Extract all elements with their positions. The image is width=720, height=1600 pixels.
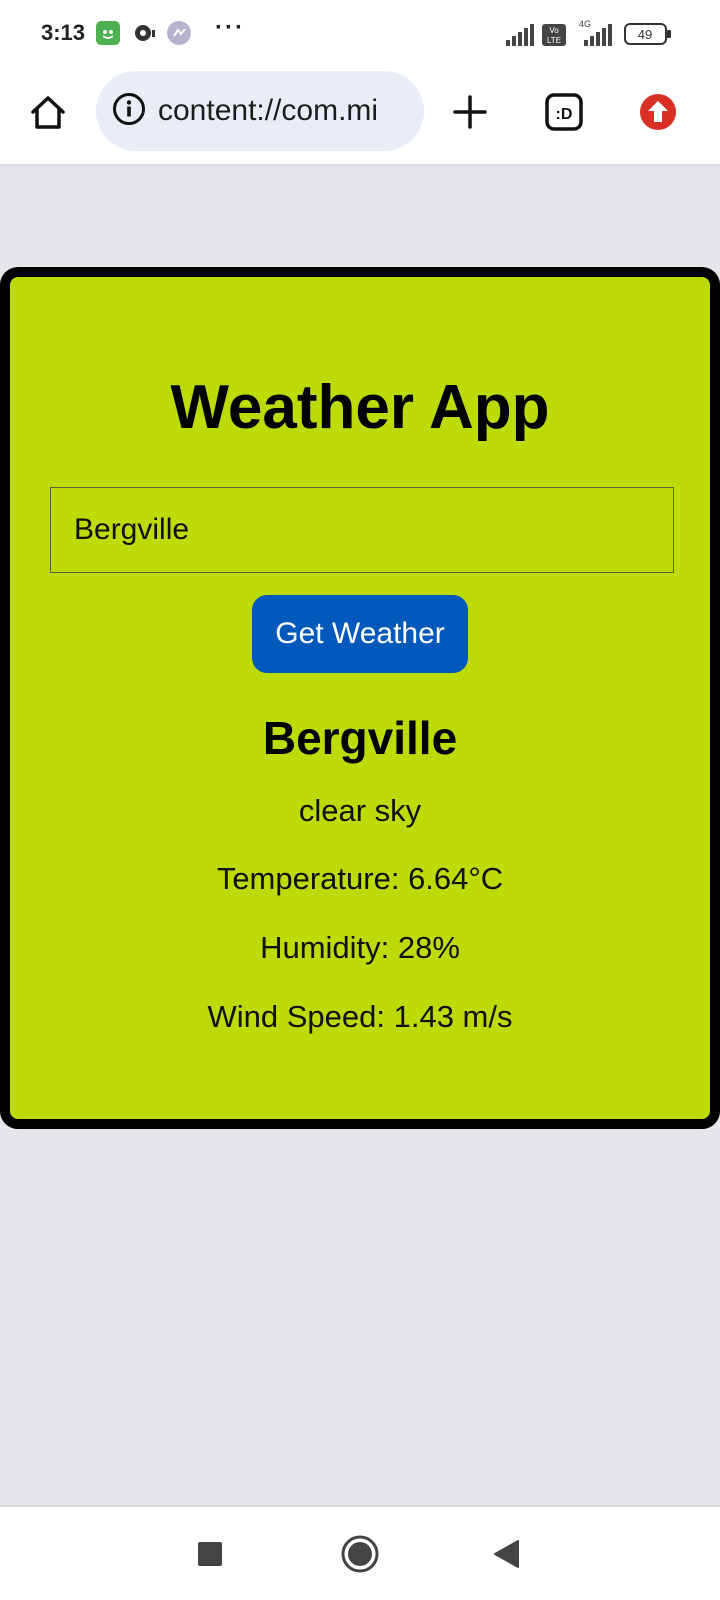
svg-text:4G: 4G (579, 19, 591, 29)
battery-icon: 49 (624, 22, 672, 51)
svg-text:LTE: LTE (547, 36, 561, 45)
messenger-notification-icon (166, 20, 192, 51)
home-icon[interactable] (24, 88, 72, 136)
plus-icon[interactable] (446, 88, 494, 136)
battery-level: 49 (638, 27, 652, 42)
app-notification-icon (96, 21, 120, 50)
tab-switcher-button[interactable]: :D (540, 88, 588, 136)
tab-switcher-label: :D (556, 106, 573, 123)
wind-speed-text: Wind Speed: 1.43 m/s (207, 999, 513, 1034)
url-text[interactable]: content://com.mi (158, 94, 378, 128)
weather-card: Weather App Get Weather Bergville clear … (0, 267, 720, 1129)
city-input[interactable] (50, 487, 674, 573)
browser-toolbar: content://com.mi :D (0, 68, 720, 166)
square-icon[interactable] (188, 1532, 232, 1576)
network-4g-icon: 4G (576, 18, 614, 53)
svg-text:Vo: Vo (549, 26, 559, 35)
page-title: Weather App (170, 373, 550, 442)
more-notifications-icon: ··· (215, 14, 245, 41)
humidity-text: Humidity: 28% (260, 930, 460, 965)
info-icon[interactable] (112, 92, 146, 131)
result-city: Bergville (262, 712, 458, 764)
status-time: 3:13 (41, 20, 86, 45)
weather-description: clear sky (298, 793, 422, 828)
circle-home-icon[interactable] (337, 1531, 383, 1577)
temperature-text: Temperature: 6.64°C (216, 861, 504, 896)
signal-icon (506, 24, 534, 51)
back-triangle-icon[interactable] (484, 1532, 528, 1576)
volte-icon: Vo LTE (542, 24, 566, 51)
cast-notification-icon (132, 21, 156, 50)
status-bar: 3:13 ··· Vo LTE 4G 49 (0, 0, 720, 68)
address-bar[interactable]: content://com.mi (96, 71, 424, 151)
navigation-bar (0, 1505, 720, 1600)
get-weather-button[interactable]: Get Weather (252, 595, 468, 673)
arrow-up-icon[interactable] (634, 88, 682, 136)
